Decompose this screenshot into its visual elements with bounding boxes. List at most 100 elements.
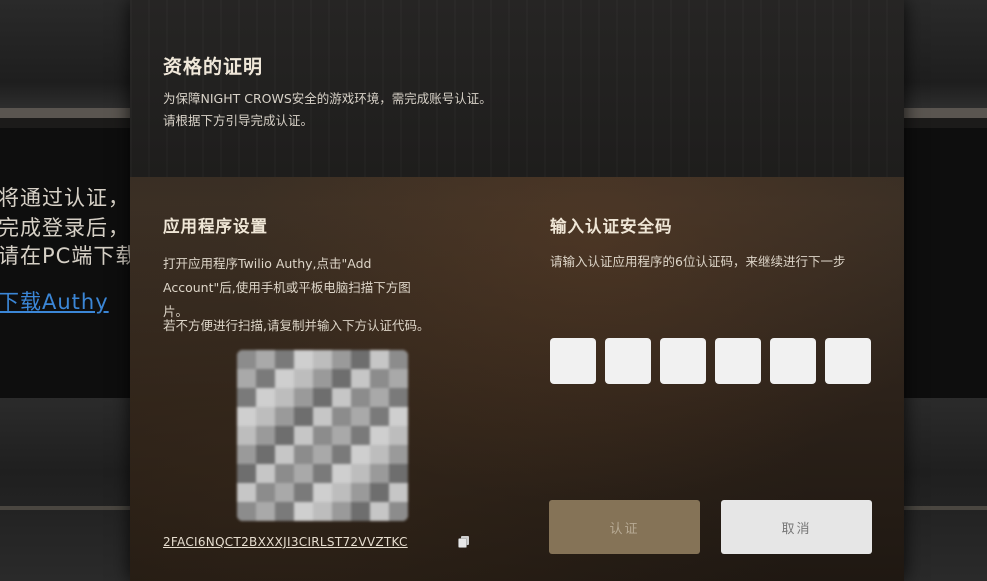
- qr-pixel: [256, 483, 275, 502]
- qr-pixel: [275, 483, 294, 502]
- qr-pixel: [256, 502, 275, 521]
- qr-pixel: [313, 502, 332, 521]
- qr-pixel: [294, 445, 313, 464]
- qr-pixel: [313, 483, 332, 502]
- modal-subtitle-line2: 请根据下方引导完成认证。: [163, 113, 314, 128]
- qr-pixel: [313, 426, 332, 445]
- qr-pixel: [256, 464, 275, 483]
- qr-pixel: [256, 445, 275, 464]
- qr-pixel: [294, 369, 313, 388]
- qr-pixel: [370, 426, 389, 445]
- qr-pixel: [351, 388, 370, 407]
- qr-pixel: [351, 407, 370, 426]
- qr-pixel: [294, 502, 313, 521]
- qr-pixel: [332, 407, 351, 426]
- copy-icon[interactable]: [457, 535, 471, 549]
- modal-title: 资格的证明: [163, 56, 264, 78]
- qr-pixel: [370, 369, 389, 388]
- qr-pixel: [313, 369, 332, 388]
- app-setup-title: 应用程序设置: [163, 217, 268, 236]
- qr-pixel: [370, 483, 389, 502]
- verify-code-title: 输入认证安全码: [550, 217, 673, 236]
- qr-pixel: [351, 483, 370, 502]
- qr-pixel: [313, 407, 332, 426]
- verification-modal: 资格的证明 为保障NIGHT CROWS安全的游戏环境，需完成账号认证。 请根据…: [130, 0, 904, 581]
- qr-pixel: [237, 426, 256, 445]
- verification-code-inputs: [550, 338, 871, 384]
- qr-pixel: [351, 464, 370, 483]
- secret-code-text[interactable]: 2FACI6NQCT2BXXXJI3CIRLST72VVZTKC: [163, 535, 408, 549]
- modal-subtitle-line1: 为保障NIGHT CROWS安全的游戏环境，需完成账号认证。: [163, 91, 492, 106]
- background-text-line3: 请在PC端下载: [0, 244, 138, 268]
- qr-pixel: [351, 369, 370, 388]
- app-setup-alt-instruction: 若不方便进行扫描,请复制并输入下方认证代码。: [163, 318, 430, 333]
- qr-pixel: [275, 502, 294, 521]
- verify-code-instruction: 请输入认证应用程序的6位认证码，来继续进行下一步: [550, 254, 846, 269]
- qr-pixel: [389, 426, 408, 445]
- code-digit-4[interactable]: [715, 338, 761, 384]
- qr-pixel: [370, 407, 389, 426]
- qr-pixel: [370, 350, 389, 369]
- qr-pixel: [256, 369, 275, 388]
- qr-pixel: [389, 464, 408, 483]
- code-digit-3[interactable]: [660, 338, 706, 384]
- qr-pixel: [313, 445, 332, 464]
- qr-pixel: [275, 407, 294, 426]
- qr-pixel: [313, 388, 332, 407]
- qr-pixel: [389, 502, 408, 521]
- qr-pixel: [389, 350, 408, 369]
- qr-pixel: [256, 350, 275, 369]
- qr-pixel: [332, 350, 351, 369]
- qr-pixel: [332, 464, 351, 483]
- qr-pixel: [313, 464, 332, 483]
- qr-pixel: [237, 464, 256, 483]
- qr-pixel: [389, 445, 408, 464]
- qr-pixel: [294, 388, 313, 407]
- qr-pixel: [389, 369, 408, 388]
- qr-pixel: [256, 407, 275, 426]
- qr-pixel: [275, 464, 294, 483]
- qr-pixel: [275, 350, 294, 369]
- qr-pixel: [256, 388, 275, 407]
- qr-pixel: [275, 369, 294, 388]
- qr-pixel: [256, 426, 275, 445]
- code-digit-5[interactable]: [770, 338, 816, 384]
- qr-pixel: [332, 445, 351, 464]
- qr-pixel: [294, 350, 313, 369]
- qr-pixel: [237, 407, 256, 426]
- qr-pixel: [237, 369, 256, 388]
- qr-pixel: [332, 483, 351, 502]
- qr-pixel: [370, 464, 389, 483]
- qr-pixel: [294, 407, 313, 426]
- qr-code-image: [237, 350, 408, 521]
- verify-button[interactable]: 认证: [549, 500, 700, 554]
- qr-pixel: [332, 502, 351, 521]
- qr-pixel: [237, 483, 256, 502]
- qr-pixel: [237, 502, 256, 521]
- qr-pixel: [237, 350, 256, 369]
- qr-pixel: [294, 426, 313, 445]
- cancel-button[interactable]: 取消: [721, 500, 872, 554]
- code-digit-6[interactable]: [825, 338, 871, 384]
- qr-pixel: [370, 502, 389, 521]
- qr-pixel: [389, 407, 408, 426]
- qr-pixel: [237, 388, 256, 407]
- qr-pixel: [389, 388, 408, 407]
- code-digit-2[interactable]: [605, 338, 651, 384]
- qr-pixel: [275, 388, 294, 407]
- qr-pixel: [389, 483, 408, 502]
- qr-pixel: [332, 388, 351, 407]
- qr-pixel: [294, 464, 313, 483]
- qr-pixel: [370, 388, 389, 407]
- qr-pixel: [294, 483, 313, 502]
- qr-pixel: [313, 350, 332, 369]
- qr-pixel: [237, 445, 256, 464]
- qr-pixel: [351, 502, 370, 521]
- code-digit-1[interactable]: [550, 338, 596, 384]
- qr-pixel: [332, 369, 351, 388]
- qr-pixel: [351, 426, 370, 445]
- qr-pixel: [370, 445, 389, 464]
- download-authy-link[interactable]: 下载Authy: [0, 286, 109, 316]
- qr-pixel: [275, 426, 294, 445]
- qr-pixel: [275, 445, 294, 464]
